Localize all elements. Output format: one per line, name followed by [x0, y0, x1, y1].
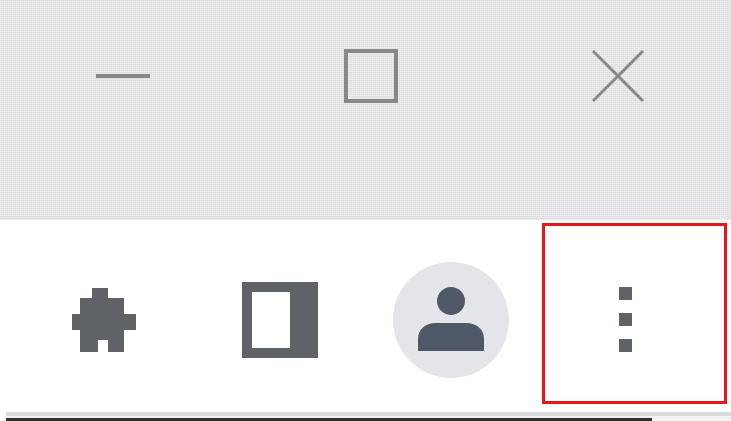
extensions-button[interactable] [58, 280, 154, 360]
minimize-button[interactable] [68, 40, 178, 112]
avatar [393, 262, 509, 378]
more-vertical-icon [619, 287, 632, 352]
toolbar-divider [6, 412, 731, 416]
maximize-button[interactable] [316, 40, 426, 112]
close-icon [591, 49, 645, 103]
browser-toolbar [0, 220, 731, 410]
puzzle-icon [72, 288, 136, 352]
side-panel-button[interactable] [232, 276, 328, 364]
close-button[interactable] [563, 40, 673, 112]
title-bar [0, 0, 731, 220]
maximize-icon [344, 49, 398, 103]
side-panel-icon [242, 282, 318, 358]
minimize-icon [96, 74, 150, 78]
browser-window-corner [0, 0, 731, 421]
profile-button[interactable] [392, 261, 510, 379]
chrome-menu-button[interactable] [580, 270, 672, 370]
